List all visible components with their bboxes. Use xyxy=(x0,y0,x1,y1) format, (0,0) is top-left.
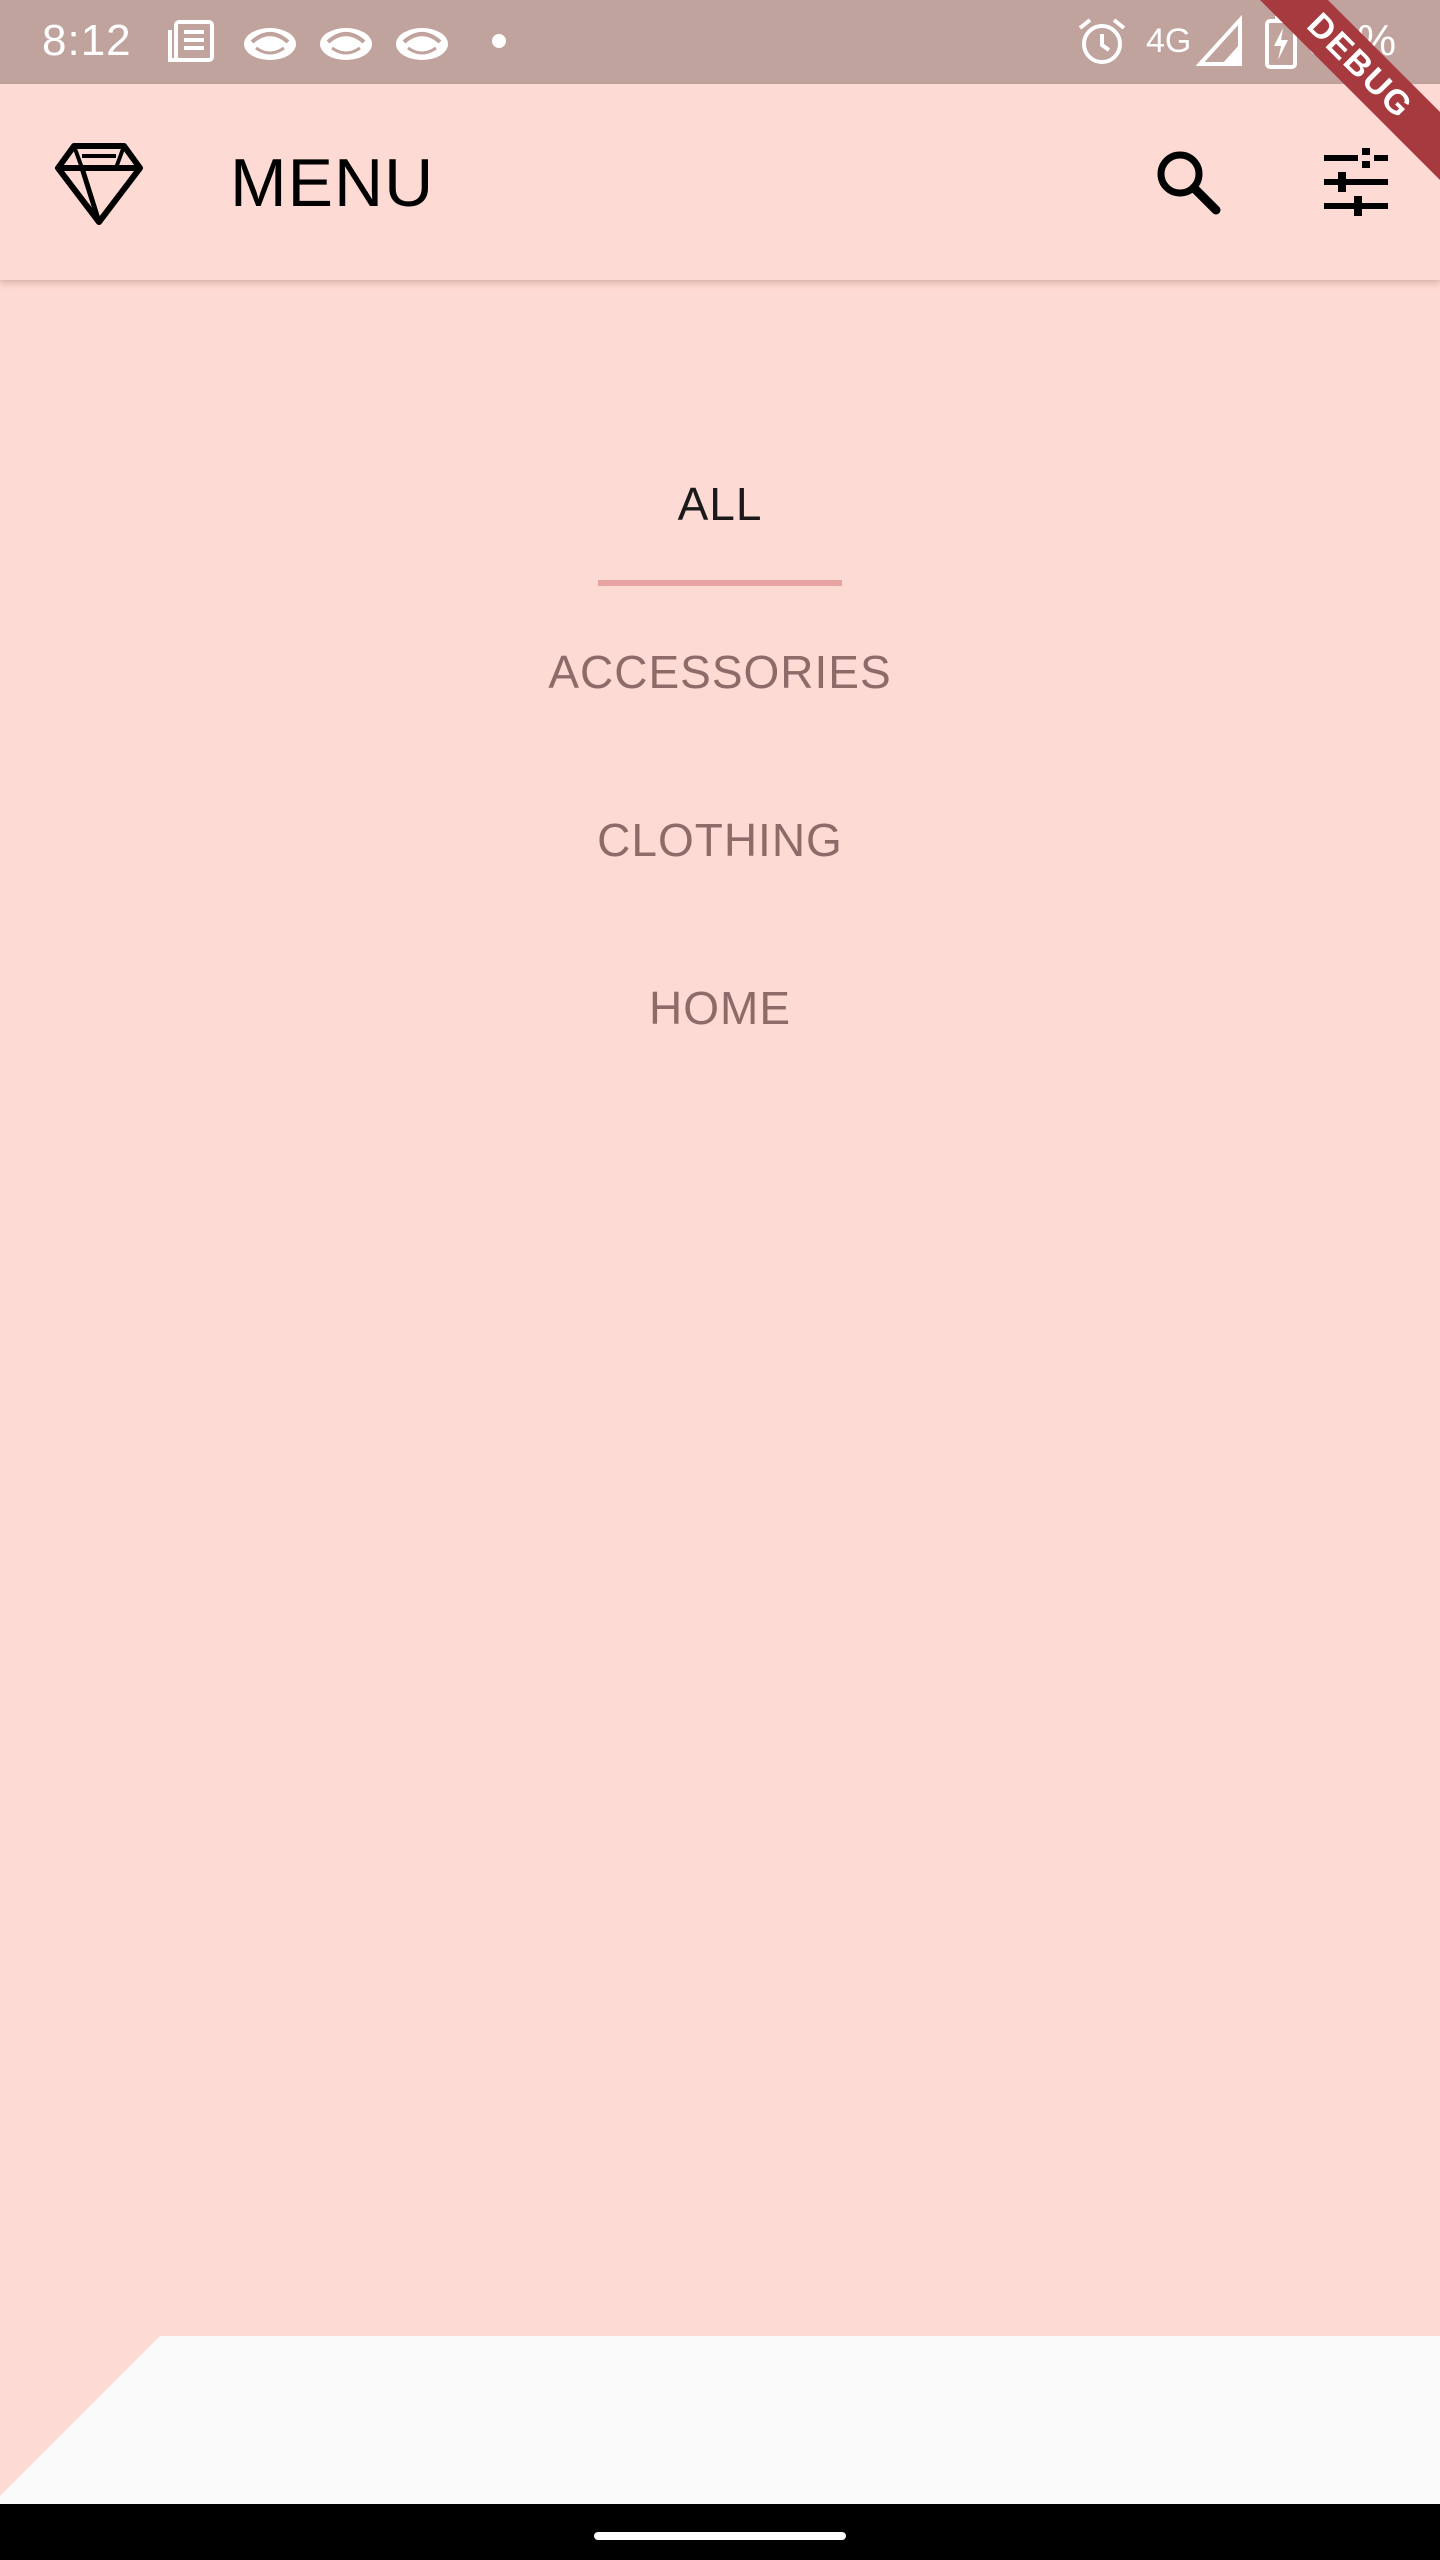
search-button[interactable] xyxy=(1140,134,1236,230)
mail-icon xyxy=(320,28,372,60)
status-time: 8:12 xyxy=(42,16,132,65)
filter-button[interactable] xyxy=(1308,134,1404,230)
tune-icon xyxy=(1324,148,1388,216)
home-indicator[interactable] xyxy=(594,2532,846,2540)
diamond-icon xyxy=(55,143,143,225)
active-indicator xyxy=(598,580,842,586)
menu-item-all[interactable]: ALL xyxy=(0,440,1440,608)
alarm-icon xyxy=(1078,18,1126,64)
menu-item-label: CLOTHING xyxy=(597,814,843,866)
menu-item-label: ACCESSORIES xyxy=(548,646,892,698)
menu-item-clothing[interactable]: CLOTHING xyxy=(0,776,1440,944)
search-icon xyxy=(1157,151,1221,215)
mail-icon xyxy=(244,28,296,60)
mail-icon xyxy=(396,28,448,60)
bottom-sheet[interactable] xyxy=(0,2336,1440,2504)
dot-icon xyxy=(492,34,506,48)
app-bar: MENU xyxy=(0,84,1440,280)
menu-item-label: ALL xyxy=(677,478,763,530)
system-nav-bar xyxy=(0,2504,1440,2560)
menu-item-label: HOME xyxy=(649,982,791,1034)
category-menu: ALL ACCESSORIES CLOTHING HOME xyxy=(0,440,1440,1112)
menu-item-accessories[interactable]: ACCESSORIES xyxy=(0,608,1440,776)
signal-icon xyxy=(1196,14,1242,66)
page-title: MENU xyxy=(230,145,435,221)
menu-item-home[interactable]: HOME xyxy=(0,944,1440,1112)
network-type: 4G xyxy=(1146,22,1192,60)
status-bar: 8:12 4G xyxy=(0,0,1440,84)
news-icon xyxy=(168,20,214,62)
screen: 8:12 4G DEBUG MENU ALL ACCESSORIES CLOTH… xyxy=(0,0,1440,2560)
